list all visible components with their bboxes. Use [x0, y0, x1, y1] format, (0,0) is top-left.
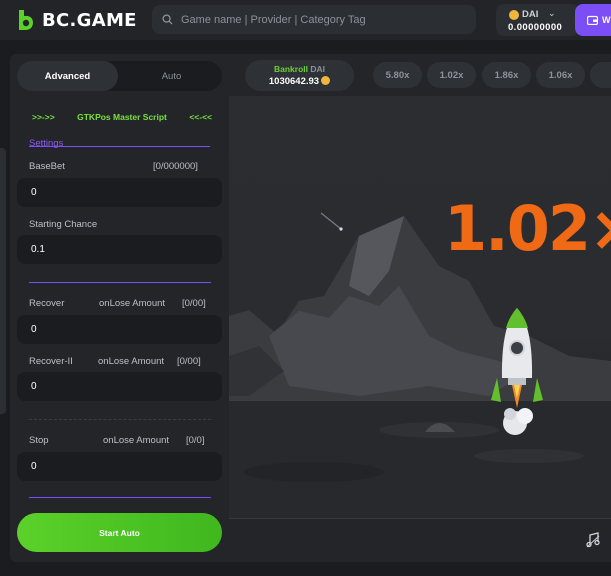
script-title: >>->> GTKPos Master Script <<-<< — [32, 112, 212, 122]
stop-sub-label: onLose Amount — [103, 435, 170, 446]
top-header: BC.GAME DAI ⌄ 0.00000000 W — [0, 0, 611, 40]
tab-advanced[interactable]: Advanced — [17, 61, 118, 91]
starting-chance-label: Starting Chance — [29, 219, 98, 230]
starting-chance-input[interactable]: 0.1 — [17, 235, 222, 264]
recover2-input[interactable]: 0 — [17, 372, 222, 401]
script-left-arrows: >>->> — [32, 112, 55, 122]
wallet-currency: DAI — [522, 9, 539, 20]
wallet-balance: 0.00000000 — [508, 22, 563, 33]
wallet-button-label: W — [602, 15, 611, 25]
game-topbar: Bankroll DAI 1030642.93 5.80x 1.02x 1.86… — [229, 54, 611, 96]
bcgame-logo[interactable]: BC.GAME — [16, 7, 137, 33]
chevron-down-icon: ⌄ — [548, 8, 556, 18]
wallet-selector[interactable]: DAI ⌄ 0.00000000 — [496, 4, 580, 36]
script-name: GTKPos Master Script — [77, 112, 167, 122]
bankroll-amount-row: 1030642.93 — [245, 76, 354, 87]
section-divider — [29, 282, 211, 283]
recover2-label: Recover-II — [29, 356, 73, 367]
crash-game-area: Bankroll DAI 1030642.93 5.80x 1.02x 1.86… — [229, 54, 611, 562]
game-footer — [229, 518, 611, 562]
dai-coin-icon — [321, 76, 331, 85]
search-icon — [162, 14, 173, 25]
start-auto-button[interactable]: Start Auto — [17, 513, 222, 552]
side-nav-edge[interactable] — [0, 148, 6, 414]
bankroll-badge[interactable]: Bankroll DAI 1030642.93 — [245, 60, 354, 91]
bankroll-label: Bankroll — [273, 64, 308, 74]
logo-text: BC.GAME — [42, 9, 137, 31]
stop-input[interactable]: 0 — [17, 452, 222, 481]
bankroll-title: Bankroll DAI — [245, 64, 354, 74]
music-note-icon[interactable] — [585, 532, 601, 548]
game-scene: 1.02× — [229, 96, 611, 518]
stop-label: Stop — [29, 435, 49, 446]
mode-tabs: Advanced Auto — [17, 61, 222, 91]
section-divider-bottom — [29, 497, 211, 498]
basebet-input[interactable]: 0 — [17, 178, 222, 207]
basebet-label: BaseBet — [29, 161, 65, 172]
stop-hint: [0/0] — [186, 435, 205, 446]
recover-input[interactable]: 0 — [17, 315, 222, 344]
recover2-sub-label: onLose Amount — [98, 356, 165, 367]
basebet-hint: [0/000000] — [153, 161, 198, 172]
history-chip[interactable]: 1.02x — [427, 62, 476, 88]
dai-coin-icon — [509, 10, 519, 20]
history-chip[interactable]: 1. — [590, 62, 611, 88]
wallet-icon — [587, 15, 598, 25]
history-chip[interactable]: 1.06x — [536, 62, 585, 88]
control-panel: Advanced Auto >>->> GTKPos Master Script… — [10, 54, 229, 562]
tab-auto[interactable]: Auto — [121, 61, 222, 91]
dashed-divider — [29, 419, 211, 420]
history-chip[interactable]: 5.80x — [373, 62, 422, 88]
bcgame-logo-icon — [19, 10, 33, 30]
bankroll-currency: DAI — [310, 64, 326, 74]
settings-label: Settings — [29, 138, 64, 149]
script-right-arrows: <<-<< — [189, 112, 212, 122]
recover2-hint: [0/00] — [177, 356, 201, 367]
settings-header: Settings — [29, 133, 210, 149]
search-input[interactable] — [181, 13, 461, 26]
moon-landscape — [229, 212, 611, 518]
wallet-button[interactable]: W — [575, 4, 611, 36]
search-bar[interactable] — [152, 5, 476, 34]
recover-sub-label: onLose Amount — [99, 298, 166, 309]
recover-label: Recover — [29, 298, 65, 309]
crash-multiplier: 1.02× — [444, 192, 611, 265]
recover-hint: [0/00] — [182, 298, 206, 309]
history-chip[interactable]: 1.86x — [482, 62, 531, 88]
bankroll-value: 1030642.93 — [268, 76, 320, 87]
